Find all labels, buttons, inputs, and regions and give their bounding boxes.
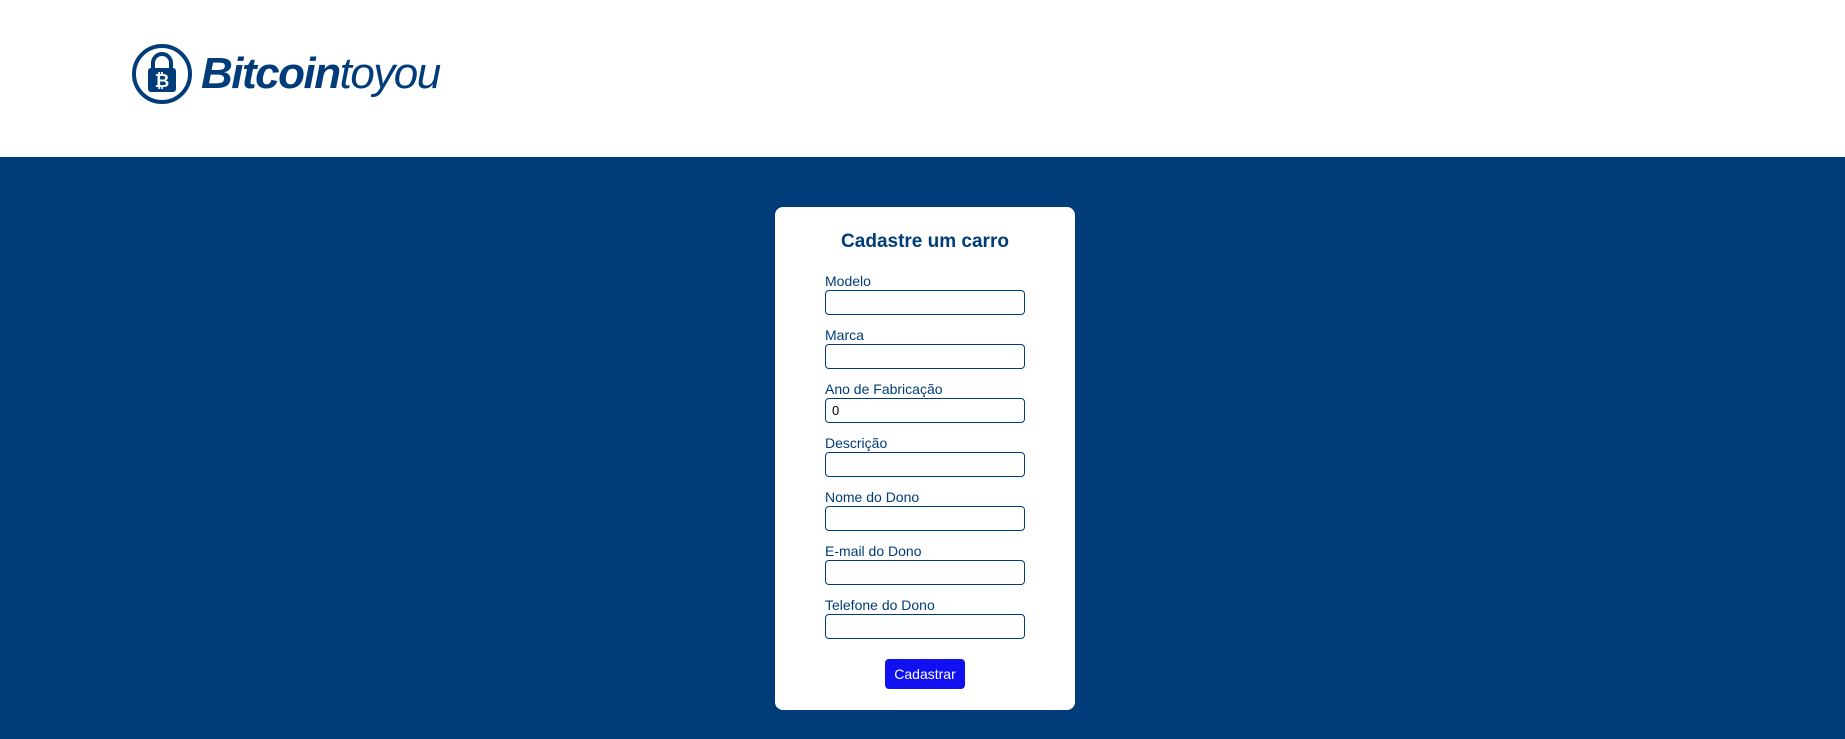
field-ano-fabricacao: Ano de Fabricação — [825, 381, 1025, 423]
telefone-dono-input[interactable] — [825, 614, 1025, 639]
main-section: Cadastre um carro Modelo Marca Ano de Fa… — [0, 157, 1845, 739]
email-dono-input[interactable] — [825, 560, 1025, 585]
field-label: Ano de Fabricação — [825, 381, 943, 397]
brand-name-bold: Bitcoin — [201, 49, 341, 98]
modelo-input[interactable] — [825, 290, 1025, 315]
ano-fabricacao-input[interactable] — [825, 398, 1025, 423]
field-modelo: Modelo — [825, 273, 1025, 315]
field-label: Telefone do Dono — [825, 597, 935, 613]
brand-wordmark: Bitcointoyou — [201, 49, 442, 98]
field-telefone-dono: Telefone do Dono — [825, 597, 1025, 639]
marca-input[interactable] — [825, 344, 1025, 369]
field-label: Nome do Dono — [825, 489, 920, 505]
field-nome-dono: Nome do Dono — [825, 489, 1025, 531]
car-register-form: Cadastre um carro Modelo Marca Ano de Fa… — [775, 207, 1075, 710]
field-label: Marca — [825, 327, 864, 343]
form-title: Cadastre um carro — [841, 231, 1009, 252]
field-email-dono: E-mail do Dono — [825, 543, 1025, 585]
field-label: Descrição — [825, 435, 888, 451]
nome-dono-input[interactable] — [825, 506, 1025, 531]
field-descricao: Descrição — [825, 435, 1025, 477]
field-label: Modelo — [825, 273, 871, 289]
descricao-input[interactable] — [825, 452, 1025, 477]
bitcoin-lock-icon: ₿ — [132, 44, 192, 104]
brand-name-light: toyou — [339, 49, 442, 98]
field-label: E-mail do Dono — [825, 543, 922, 559]
svg-text:₿: ₿ — [155, 71, 170, 92]
brand-logo[interactable]: ₿ Bitcointoyou — [131, 43, 442, 105]
top-header: ₿ Bitcointoyou — [0, 0, 1845, 157]
cadastrar-button[interactable]: Cadastrar — [885, 659, 965, 689]
field-marca: Marca — [825, 327, 1025, 369]
